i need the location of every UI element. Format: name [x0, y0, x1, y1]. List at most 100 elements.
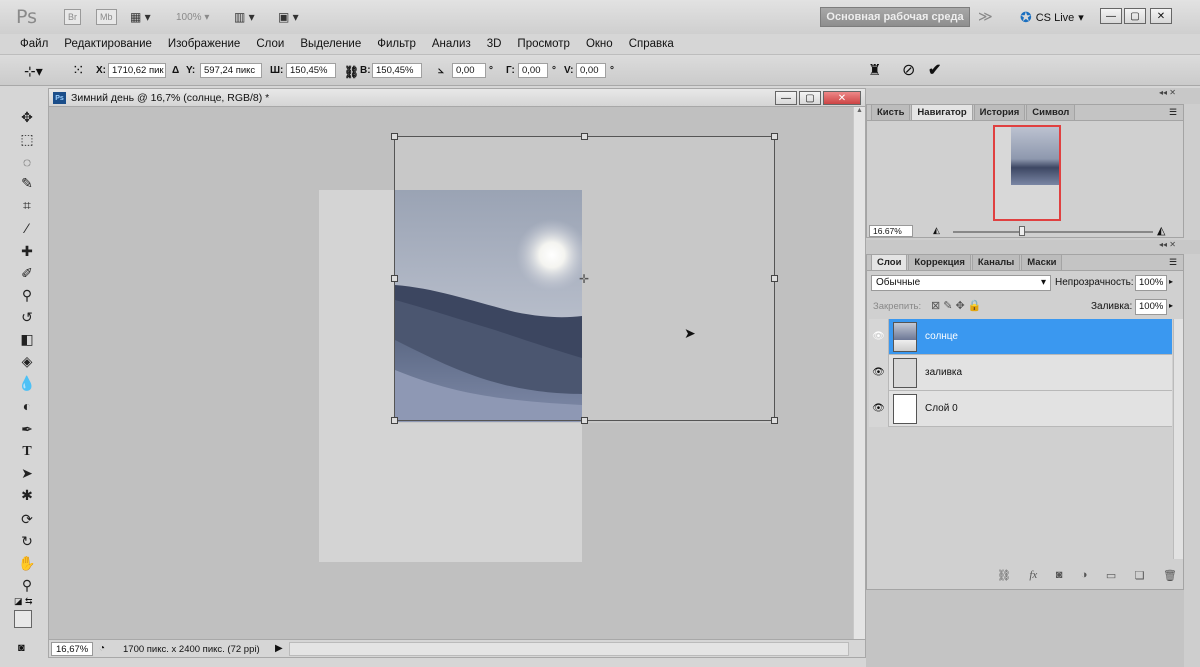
shape-tool-icon[interactable]: ✱ [14, 486, 40, 505]
add-mask-icon[interactable]: ◙ [1056, 569, 1063, 582]
angle-field[interactable]: 0,00 [452, 63, 486, 78]
pen-tool-icon[interactable]: ✒ [14, 420, 40, 439]
link-icon[interactable]: ⛓ [344, 65, 359, 79]
workspace-button[interactable]: Основная рабочая среда [820, 7, 970, 27]
type-tool-icon[interactable]: T [14, 442, 40, 461]
3d-rotate-tool-icon[interactable]: ⟳ [14, 510, 40, 529]
minimize-button[interactable]: — [1100, 8, 1122, 24]
height-field[interactable]: 150,45% [372, 63, 422, 78]
close-button[interactable]: ✕ [1150, 8, 1172, 24]
healing-brush-tool-icon[interactable]: ✚ [14, 242, 40, 261]
menu-image[interactable]: Изображение [160, 38, 248, 50]
menu-3d[interactable]: 3D [479, 38, 510, 50]
new-group-icon[interactable]: ▭ [1106, 569, 1116, 582]
opacity-field[interactable]: 100% [1135, 275, 1167, 291]
3d-orbit-tool-icon[interactable]: ↻ [14, 532, 40, 551]
tab-character[interactable]: Символ [1026, 104, 1076, 120]
navigator-slider-thumb[interactable] [1019, 226, 1025, 236]
bridge-button[interactable]: Br [64, 8, 81, 26]
layer-row-sun[interactable]: 👁 солнце [869, 318, 1172, 355]
relative-position-icon[interactable]: Δ [172, 65, 179, 76]
doc-minimize-button[interactable]: — [775, 91, 797, 105]
link-layers-icon[interactable]: ⛓ [997, 569, 1011, 582]
transform-center-point-icon[interactable]: ✛ [579, 272, 589, 286]
zoom-out-icon[interactable]: ◭ [933, 225, 940, 236]
navigator-menu-icon[interactable]: ☰ [1169, 107, 1177, 118]
menu-select[interactable]: Выделение [292, 38, 369, 50]
default-colors-icon[interactable]: ◪ ⇆ [14, 596, 33, 607]
crop-tool-icon[interactable]: ⌗ [14, 196, 40, 215]
panel-collapse-bar[interactable]: ◂◂ ✕ [866, 88, 1200, 104]
visibility-eye-icon[interactable]: 👁 [869, 354, 889, 391]
canvas-area[interactable]: ✛ ➤ [49, 107, 853, 639]
tab-channels[interactable]: Каналы [971, 254, 1021, 270]
layer-style-icon[interactable]: fx [1029, 569, 1037, 582]
vertical-skew-field[interactable]: 0,00 [576, 63, 606, 78]
status-menu-arrow-icon[interactable]: ▶ [275, 643, 283, 654]
doc-restore-button[interactable]: ▢ [799, 91, 821, 105]
path-selection-tool-icon[interactable]: ➤ [14, 464, 40, 483]
layer-row-layer0[interactable]: 👁 Слой 0 [869, 390, 1172, 427]
brush-tool-icon[interactable]: ✐ [14, 264, 40, 283]
opacity-arrow-icon[interactable]: ▸ [1169, 277, 1173, 286]
tab-navigator[interactable]: Навигатор [911, 104, 973, 120]
tab-brush[interactable]: Кисть [871, 104, 911, 120]
menu-view[interactable]: Просмотр [509, 38, 578, 50]
doc-close-button[interactable]: ✕ [823, 91, 861, 105]
marquee-tool-icon[interactable]: ⬚ [14, 130, 40, 149]
lasso-tool-icon[interactable]: ◌ [14, 152, 40, 171]
navigator-zoom-slider[interactable] [953, 231, 1153, 233]
layer-row-fill[interactable]: 👁 заливка [869, 354, 1172, 391]
cancel-transform-icon[interactable]: ⊘ [902, 60, 915, 80]
zoom-in-icon[interactable]: ◭ [1157, 224, 1165, 237]
x-position-field[interactable]: 1710,62 пик [108, 63, 166, 78]
handle-bottom-left[interactable] [391, 417, 398, 424]
move-tool-icon[interactable]: ✥ [14, 108, 40, 127]
transform-tool-icon[interactable]: ⊹▾ [24, 63, 43, 80]
fill-field[interactable]: 100% [1135, 299, 1167, 315]
more-workspaces-icon[interactable]: ≫ [978, 8, 993, 25]
reference-point-icon[interactable]: ⁙ [72, 61, 85, 79]
menu-edit[interactable]: Редактирование [56, 38, 160, 50]
handle-bottom-right[interactable] [771, 417, 778, 424]
paint-bucket-tool-icon[interactable]: ◈ [14, 352, 40, 371]
panel-collapse-bar-2[interactable]: ◂◂ ✕ [866, 240, 1200, 254]
handle-bottom-center[interactable] [581, 417, 588, 424]
clone-stamp-tool-icon[interactable]: ⚲ [14, 286, 40, 305]
eyedropper-tool-icon[interactable]: ⁄ [14, 218, 40, 237]
navigator-zoom-field[interactable]: 16.67% [869, 225, 913, 237]
layers-scrollbar[interactable] [1173, 319, 1183, 559]
layers-menu-icon[interactable]: ☰ [1169, 257, 1177, 268]
warp-mode-icon[interactable]: ♜ [868, 61, 881, 79]
foreground-color-swatch[interactable] [14, 610, 32, 628]
adjustment-layer-icon[interactable]: ◑ [1081, 569, 1088, 582]
quick-selection-tool-icon[interactable]: ✎ [14, 174, 40, 193]
tab-history[interactable]: История [973, 104, 1026, 120]
visibility-eye-icon[interactable]: 👁 [869, 390, 889, 427]
zoom-level-select[interactable]: 100% ▾ [176, 8, 209, 26]
handle-top-right[interactable] [771, 133, 778, 140]
tab-layers[interactable]: Слои [871, 254, 908, 270]
menu-analysis[interactable]: Анализ [424, 38, 479, 50]
tab-masks[interactable]: Маски [1021, 254, 1063, 270]
arrange-documents-button[interactable]: ▥ ▾ [234, 8, 255, 26]
tab-adjustments[interactable]: Коррекция [908, 254, 971, 270]
blur-tool-icon[interactable]: 💧 [14, 374, 40, 393]
screen-mode-button[interactable]: ▣ ▾ [278, 8, 299, 26]
document-title-bar[interactable]: Ps Зимний день @ 16,7% (солнце, RGB/8) *… [49, 89, 865, 107]
zoom-field[interactable]: 16,67% [51, 642, 93, 656]
maximize-button[interactable]: ▢ [1124, 8, 1146, 24]
handle-top-center[interactable] [581, 133, 588, 140]
hand-tool-icon[interactable]: ✋ [14, 554, 40, 573]
dodge-tool-icon[interactable]: ◐ [14, 396, 40, 415]
status-options-icon[interactable]: ◔ [99, 643, 105, 654]
view-extras-button[interactable]: ▦ ▾ [130, 8, 151, 26]
horizontal-skew-field[interactable]: 0,00 [518, 63, 548, 78]
handle-middle-right[interactable] [771, 275, 778, 282]
menu-help[interactable]: Справка [621, 38, 682, 50]
horizontal-scrollbar[interactable] [289, 642, 849, 656]
commit-transform-icon[interactable]: ✔ [928, 60, 941, 80]
menu-filter[interactable]: Фильтр [369, 38, 424, 50]
quick-mask-icon[interactable]: ◙ [18, 642, 25, 654]
handle-middle-left[interactable] [391, 275, 398, 282]
